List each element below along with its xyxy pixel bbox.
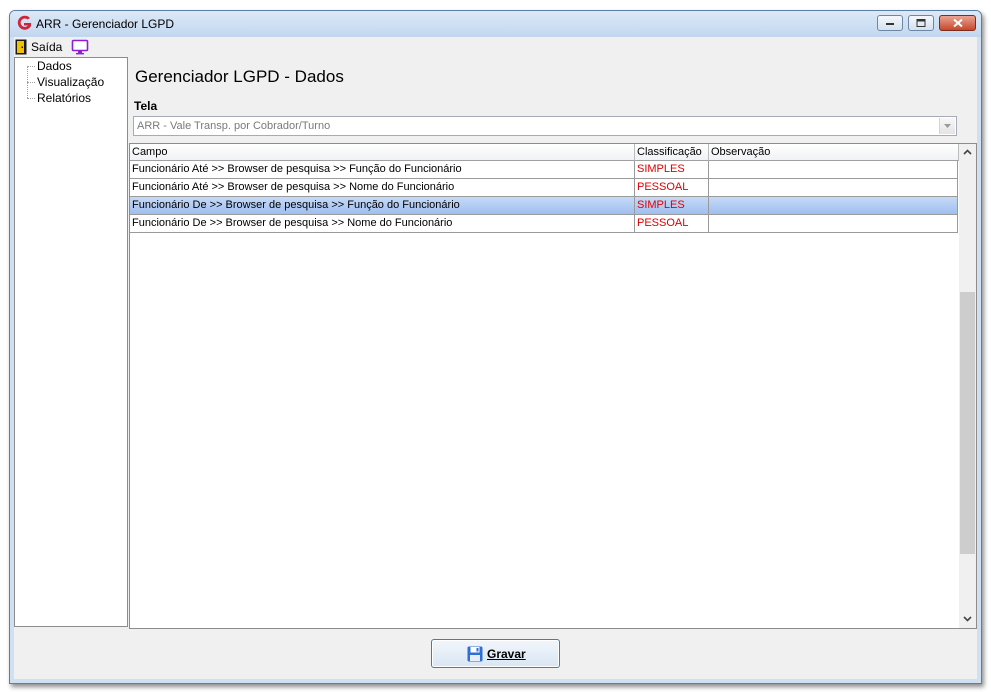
cell-campo: Funcionário De >> Browser de pesquisa >>…	[130, 215, 635, 233]
cell-campo: Funcionário Até >> Browser de pesquisa >…	[130, 179, 635, 197]
tela-selected-value: ARR - Vale Transp. por Cobrador/Turno	[137, 120, 331, 132]
save-label: Gravar	[487, 647, 526, 661]
menu-bar: Saída	[14, 37, 977, 57]
door-exit-icon	[15, 39, 27, 55]
vertical-scrollbar[interactable]	[959, 144, 976, 628]
scroll-down-button[interactable]	[959, 611, 976, 628]
tree-item-visualizacao[interactable]: Visualização	[37, 75, 104, 89]
window-title: ARR - Gerenciador LGPD	[36, 17, 175, 31]
scrollbar-thumb[interactable]	[960, 292, 975, 554]
minimize-button[interactable]	[877, 15, 903, 31]
title-bar[interactable]: ARR - Gerenciador LGPD	[10, 11, 981, 37]
maximize-icon	[916, 19, 926, 27]
cell-campo: Funcionário Até >> Browser de pesquisa >…	[130, 161, 635, 179]
table-row-selected[interactable]: Funcionário De >> Browser de pesquisa >>…	[130, 197, 958, 215]
column-header-campo[interactable]: Campo	[130, 144, 635, 161]
tree-branch	[27, 66, 35, 67]
table-row[interactable]: Funcionário Até >> Browser de pesquisa >…	[130, 161, 958, 179]
cell-observacao[interactable]	[709, 215, 958, 233]
tela-dropdown[interactable]: ARR - Vale Transp. por Cobrador/Turno	[133, 116, 957, 136]
tela-label: Tela	[134, 99, 158, 113]
floppy-disk-icon	[467, 646, 483, 662]
cell-observacao[interactable]	[709, 161, 958, 179]
table-row[interactable]: Funcionário Até >> Browser de pesquisa >…	[130, 179, 958, 197]
table-row[interactable]: Funcionário De >> Browser de pesquisa >>…	[130, 215, 958, 233]
cell-observacao[interactable]	[709, 179, 958, 197]
cell-classificacao[interactable]: PESSOAL	[635, 179, 709, 197]
cell-classificacao[interactable]: PESSOAL	[635, 215, 709, 233]
cell-classificacao[interactable]: SIMPLES	[635, 197, 709, 215]
maximize-button[interactable]	[908, 15, 934, 31]
minimize-icon	[886, 23, 894, 25]
exit-label: Saída	[31, 40, 63, 54]
cell-observacao[interactable]	[709, 197, 958, 215]
close-button[interactable]	[939, 15, 976, 31]
dropdown-arrow-button[interactable]	[939, 118, 955, 134]
chevron-down-icon	[963, 616, 972, 622]
chevron-up-icon	[963, 149, 972, 155]
client-area: Saída Dados Visualização Relatórios Gere…	[14, 37, 977, 679]
monitor-icon[interactable]	[71, 39, 89, 55]
fields-grid: Campo Classificação Observação Funcionár…	[129, 143, 977, 629]
save-button[interactable]: Gravar	[431, 639, 560, 668]
close-icon	[952, 18, 963, 28]
column-header-observacao[interactable]: Observação	[709, 144, 959, 161]
navigation-tree: Dados Visualização Relatórios	[14, 57, 128, 627]
tree-branch	[27, 98, 35, 99]
cell-classificacao[interactable]: SIMPLES	[635, 161, 709, 179]
app-logo-icon	[17, 15, 31, 30]
scroll-up-button[interactable]	[959, 144, 976, 161]
chevron-down-icon	[944, 124, 951, 128]
app-window: ARR - Gerenciador LGPD Saída Dados Visua…	[9, 10, 982, 684]
grid-header: Campo Classificação Observação	[130, 144, 959, 161]
page-title: Gerenciador LGPD - Dados	[135, 67, 344, 86]
tree-item-relatorios[interactable]: Relatórios	[37, 91, 91, 105]
cell-campo: Funcionário De >> Browser de pesquisa >>…	[130, 197, 635, 215]
tree-branch	[27, 82, 35, 83]
column-header-classificacao[interactable]: Classificação	[635, 144, 709, 161]
tree-item-dados[interactable]: Dados	[37, 59, 72, 73]
